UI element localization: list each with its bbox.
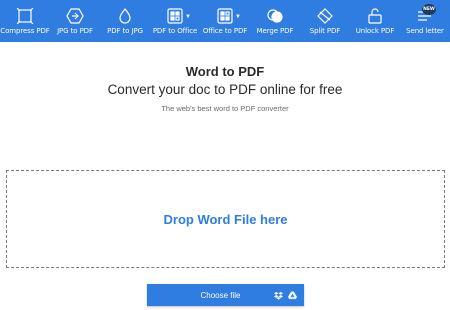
top-toolbar: Compress PDF JPG to PDF PDF to JPG ▼ PDF…	[0, 0, 450, 42]
tool-jpg-to-pdf[interactable]: JPG to PDF	[50, 0, 100, 42]
choose-file-button[interactable]: Choose file	[147, 284, 304, 306]
tool-send-letter[interactable]: NEW Send letter	[400, 0, 450, 42]
tool-compress-pdf[interactable]: Compress PDF	[0, 0, 50, 42]
page-subtitle: Convert your doc to PDF online for free	[107, 82, 343, 97]
unlock-icon	[364, 7, 386, 25]
drop-icon	[114, 7, 136, 25]
new-badge: NEW	[422, 4, 436, 15]
compress-icon	[14, 7, 36, 25]
split-icon	[314, 7, 336, 25]
tool-merge-pdf[interactable]: Merge PDF	[250, 0, 300, 42]
page-title: Word to PDF	[185, 64, 265, 79]
dropbox-icon[interactable]	[274, 291, 283, 300]
office-grid-icon: ▼	[164, 7, 191, 25]
google-drive-icon[interactable]	[288, 290, 297, 300]
jpg-to-pdf-icon	[64, 7, 86, 25]
tool-split-pdf[interactable]: Split PDF	[300, 0, 350, 42]
dropzone-label: Drop Word File here	[163, 211, 288, 227]
choose-file-label: Choose file	[200, 290, 241, 300]
tool-label: Split PDF	[309, 27, 341, 35]
tool-label: Compress PDF	[0, 27, 50, 35]
send-letter-icon: NEW	[414, 4, 436, 25]
tool-label: Unlock PDF	[355, 27, 395, 35]
tool-pdf-to-office[interactable]: ▼ PDF to Office	[150, 0, 200, 42]
merge-icon	[264, 7, 286, 25]
chevron-down-icon: ▼	[185, 14, 191, 20]
tool-office-to-pdf[interactable]: ▼ Office to PDF	[200, 0, 250, 42]
page-tagline: The web's best word to PDF converter	[161, 104, 289, 113]
tool-label: Office to PDF	[202, 27, 248, 35]
tool-pdf-to-jpg[interactable]: PDF to JPG	[100, 0, 150, 42]
tool-label: PDF to Office	[152, 27, 198, 35]
tool-unlock-pdf[interactable]: Unlock PDF	[350, 0, 400, 42]
tool-label: PDF to JPG	[107, 27, 143, 35]
chevron-down-icon: ▼	[235, 14, 241, 20]
file-dropzone[interactable]: Drop Word File here	[6, 170, 445, 268]
tool-label: JPG to PDF	[57, 27, 93, 35]
tool-label: Merge PDF	[256, 27, 294, 35]
office-grid-icon: ▼	[214, 7, 241, 25]
tool-label: Send letter	[406, 27, 444, 35]
